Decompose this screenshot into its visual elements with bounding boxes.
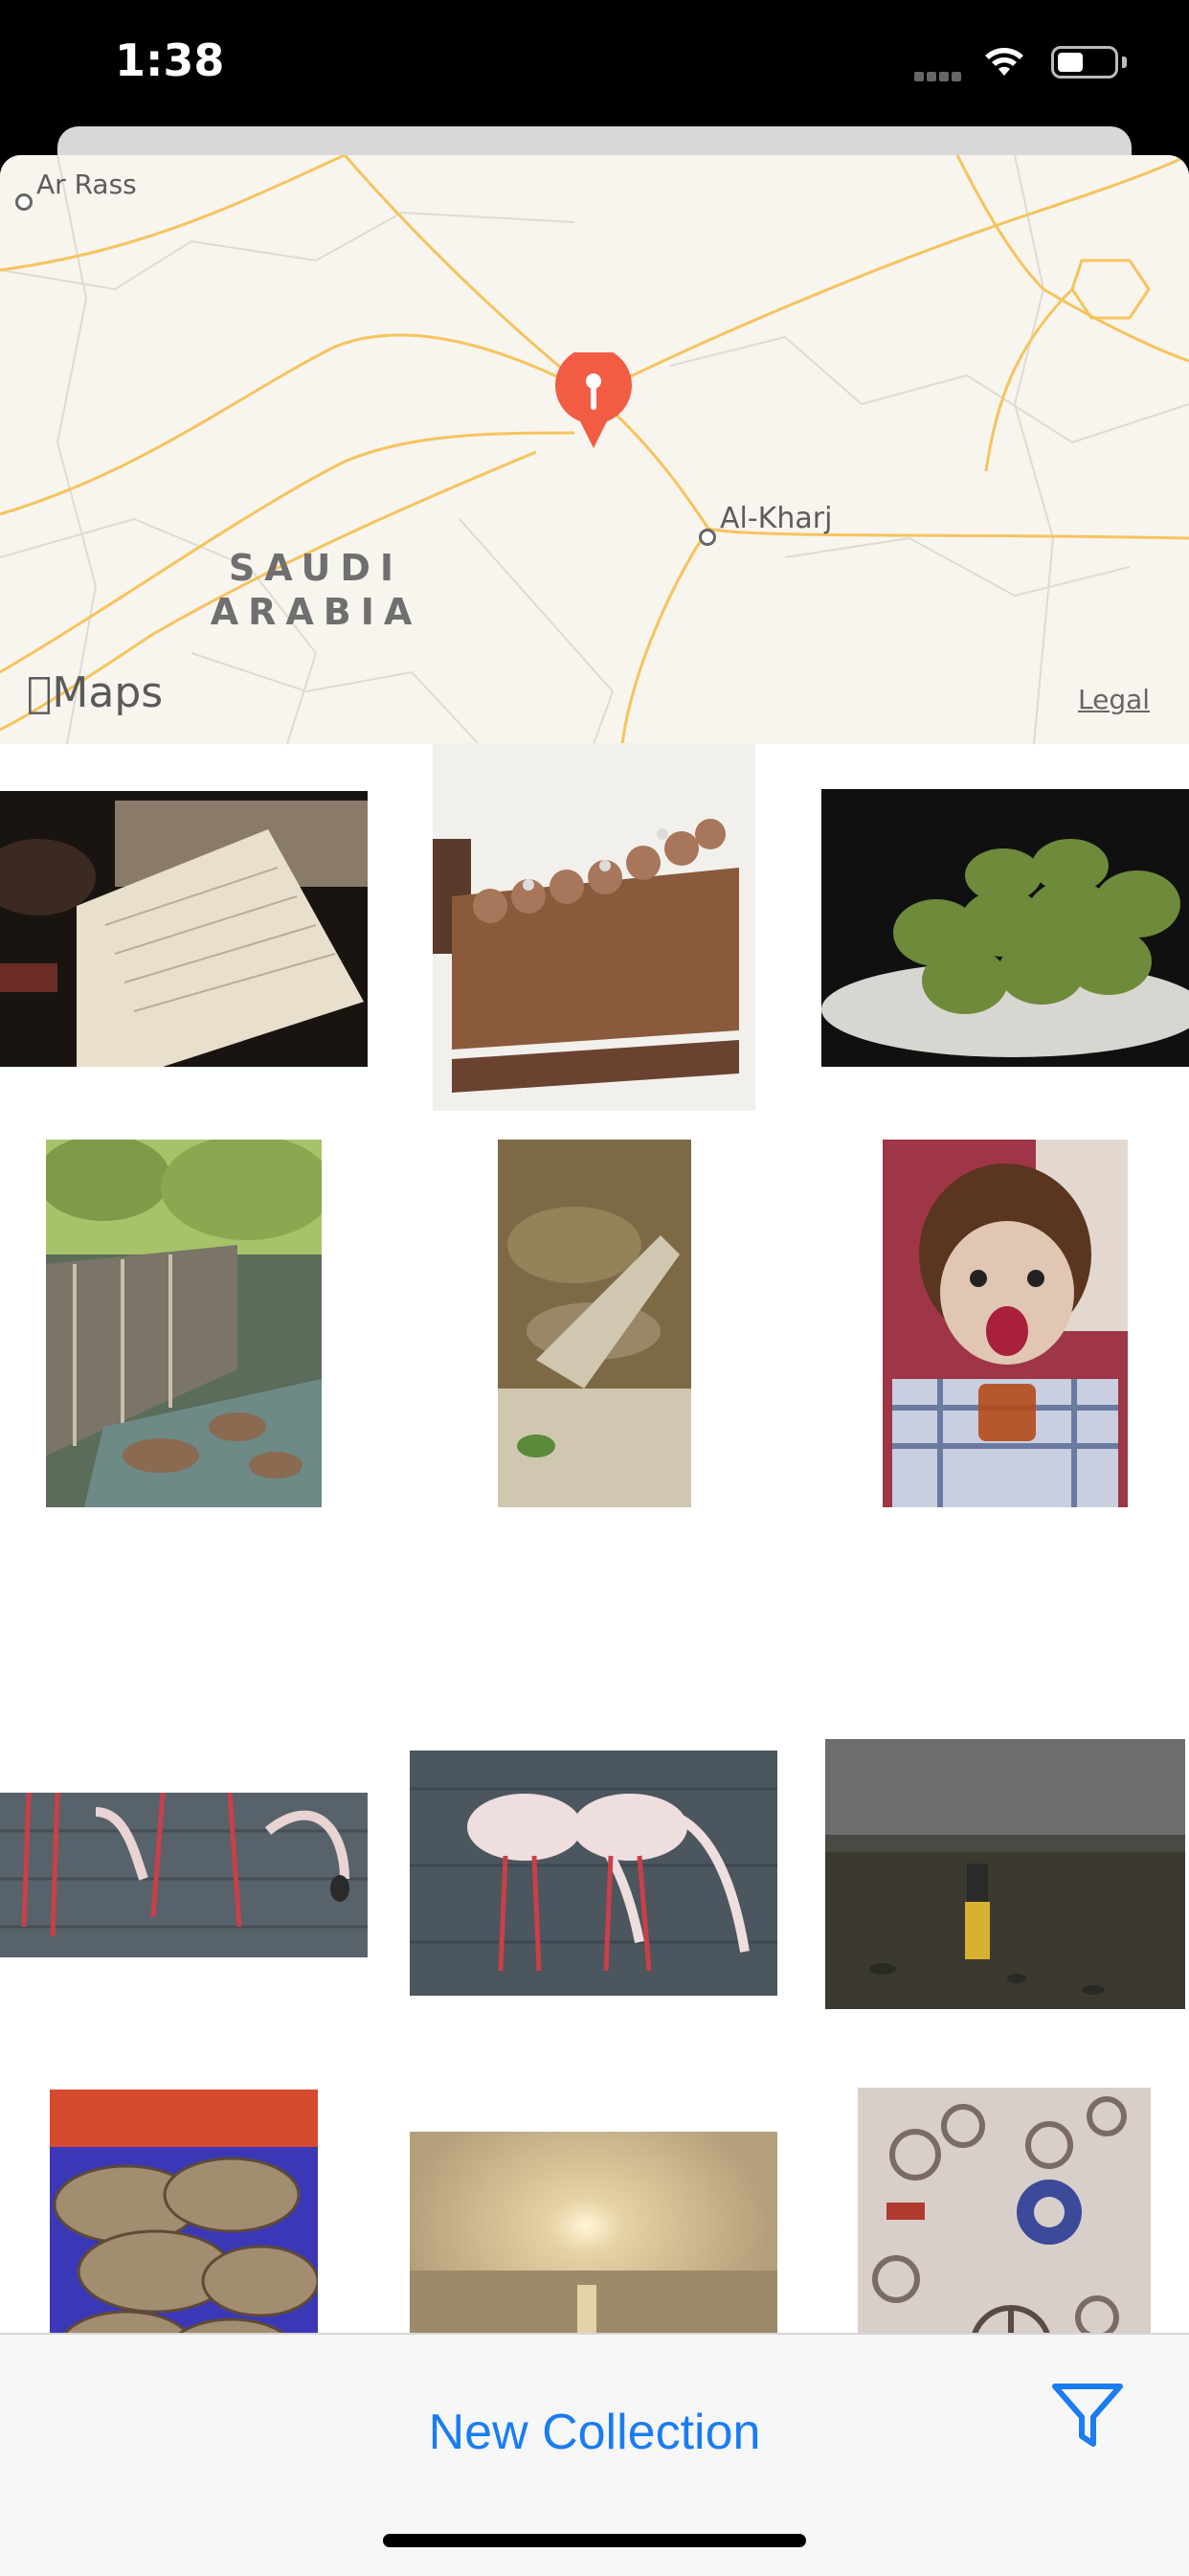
home-indicator bbox=[383, 2534, 806, 2547]
photo-flamingos-2[interactable] bbox=[410, 1751, 777, 1996]
apple-maps-logo: Maps bbox=[27, 668, 163, 717]
new-collection-button[interactable]: New Collection bbox=[0, 2404, 1189, 2461]
status-bar: 1:38 bbox=[0, 0, 1189, 124]
cellular-signal-icon bbox=[914, 69, 964, 86]
map-legal-link[interactable]: Legal bbox=[1078, 684, 1150, 715]
battery-tip bbox=[1122, 56, 1127, 68]
photo-shore-person[interactable] bbox=[825, 1739, 1185, 2009]
filter-icon[interactable] bbox=[1045, 2373, 1130, 2462]
photo-papers[interactable] bbox=[0, 791, 368, 1067]
photo-chocolate-cake[interactable] bbox=[433, 743, 755, 1111]
wifi-icon bbox=[981, 43, 1027, 84]
maps-logo-text: Maps bbox=[27, 668, 163, 717]
photo-flamingos-1[interactable] bbox=[0, 1793, 368, 1957]
city-dot-ar-rass bbox=[15, 193, 33, 211]
photo-fountain[interactable] bbox=[46, 1140, 322, 1507]
photo-green-pastries[interactable] bbox=[821, 789, 1189, 1067]
album-sheet: Ar Rass Al-Kharj SAUDI ARABIA Maps Lega… bbox=[0, 155, 1189, 2574]
photo-water-splash[interactable] bbox=[498, 1140, 691, 1507]
country-line-2: ARABIA bbox=[210, 591, 422, 633]
apple-logo-icon:  bbox=[27, 668, 52, 717]
map-view[interactable]: Ar Rass Al-Kharj SAUDI ARABIA Maps Lega… bbox=[0, 155, 1189, 744]
city-dot-al-kharj bbox=[699, 529, 716, 546]
photo-child-tea[interactable] bbox=[883, 1140, 1128, 1507]
map-label-al-kharj: Al-Kharj bbox=[720, 502, 833, 535]
status-time: 1:38 bbox=[115, 34, 225, 86]
map-label-country: SAUDI ARABIA bbox=[191, 546, 440, 634]
battery-icon bbox=[1051, 46, 1118, 79]
country-line-1: SAUDI bbox=[228, 547, 404, 589]
map-label-ar-rass: Ar Rass bbox=[36, 169, 137, 200]
